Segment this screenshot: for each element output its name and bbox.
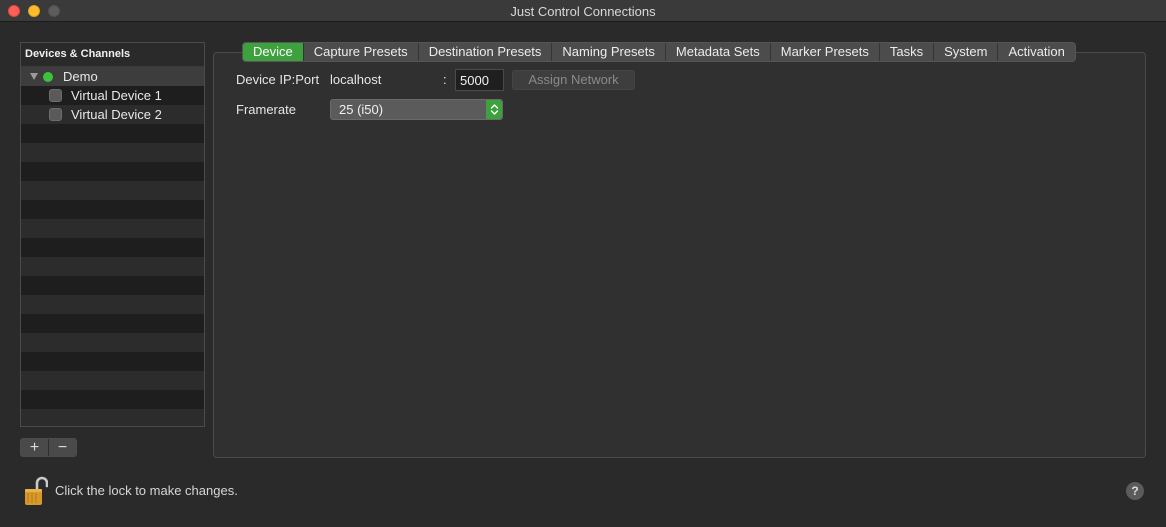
- list-row-empty: [21, 276, 204, 295]
- device-ip-port-label: Device IP:Port: [236, 72, 320, 87]
- list-row-empty: [21, 314, 204, 333]
- unlocked-padlock-icon[interactable]: [24, 474, 49, 506]
- tab-destination-presets[interactable]: Destination Presets: [417, 43, 552, 61]
- tab-metadata-sets[interactable]: Metadata Sets: [664, 43, 770, 61]
- framerate-select[interactable]: 25 (i50): [330, 99, 503, 120]
- device-host-value: localhost: [330, 72, 382, 87]
- list-row-empty: [21, 181, 204, 200]
- add-device-button[interactable]: +: [21, 439, 48, 456]
- framerate-label: Framerate: [236, 102, 296, 117]
- list-row-empty: [21, 238, 204, 257]
- list-row-empty: [21, 295, 204, 314]
- title-bar: Just Control Connections: [0, 0, 1166, 22]
- channel-label: Virtual Device 1: [71, 88, 162, 103]
- tab-device[interactable]: Device: [243, 43, 303, 61]
- list-row-empty: [21, 352, 204, 371]
- list-row-empty: [21, 333, 204, 352]
- add-remove-control: + −: [20, 438, 77, 457]
- channel-label: Virtual Device 2: [71, 107, 162, 122]
- port-input[interactable]: [455, 69, 504, 91]
- list-row-empty: [21, 124, 204, 143]
- assign-network-button[interactable]: Assign Network: [512, 70, 635, 90]
- channel-item-virtual-device-2[interactable]: Virtual Device 2: [21, 105, 204, 124]
- tab-bar: Device Capture Presets Destination Prese…: [242, 42, 1076, 62]
- device-list: Demo Virtual Device 1 Virtual Device 2: [21, 67, 204, 426]
- tab-marker-presets[interactable]: Marker Presets: [769, 43, 879, 61]
- tab-system[interactable]: System: [933, 43, 997, 61]
- framerate-value: 25 (i50): [339, 102, 384, 117]
- status-dot-icon: [43, 71, 53, 82]
- channel-item-virtual-device-1[interactable]: Virtual Device 1: [21, 86, 204, 105]
- remove-device-button[interactable]: −: [48, 439, 76, 456]
- tab-activation[interactable]: Activation: [997, 43, 1074, 61]
- list-row-empty: [21, 390, 204, 409]
- channel-checkbox[interactable]: [49, 89, 62, 102]
- window-title: Just Control Connections: [510, 4, 656, 19]
- device-item-demo[interactable]: Demo: [21, 67, 204, 86]
- tab-capture-presets[interactable]: Capture Presets: [302, 43, 418, 61]
- tab-naming-presets[interactable]: Naming Presets: [551, 43, 664, 61]
- updown-chevron-icon: [486, 100, 502, 119]
- list-row-empty: [21, 219, 204, 238]
- device-label: Demo: [63, 69, 98, 84]
- help-button[interactable]: ?: [1126, 482, 1144, 500]
- list-row-empty: [21, 162, 204, 181]
- list-row-empty: [21, 143, 204, 162]
- sidebar-header: Devices & Channels: [21, 43, 204, 67]
- list-row-empty: [21, 200, 204, 219]
- list-row-empty: [21, 257, 204, 276]
- disclosure-triangle-icon[interactable]: [30, 73, 38, 80]
- list-row-empty: [21, 409, 204, 426]
- host-port-separator: :: [443, 72, 447, 87]
- list-row-empty: [21, 371, 204, 390]
- channel-checkbox[interactable]: [49, 108, 62, 121]
- devices-sidebar: Devices & Channels Demo Virtual Device 1…: [20, 42, 205, 427]
- tab-tasks[interactable]: Tasks: [878, 43, 933, 61]
- lock-hint-text: Click the lock to make changes.: [55, 483, 238, 498]
